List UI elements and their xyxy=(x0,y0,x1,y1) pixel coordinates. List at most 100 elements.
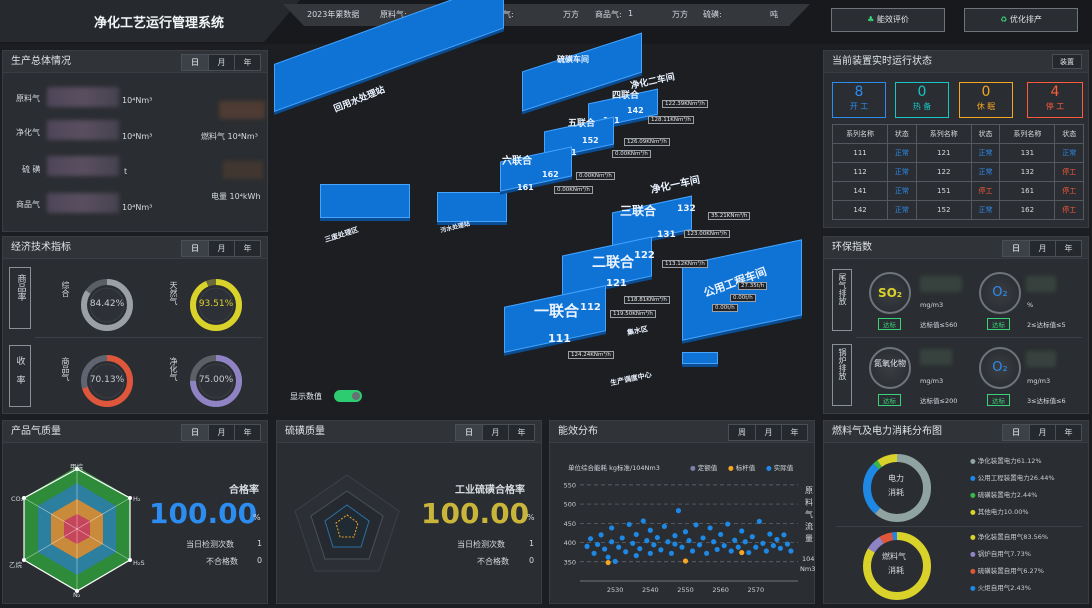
quality-fail-value: 0 xyxy=(257,556,263,565)
actual-point xyxy=(746,549,752,556)
tab-month[interactable]: 月 xyxy=(208,55,234,70)
toggle-knob xyxy=(352,392,360,400)
flow-tag-11: 124.24KNm³/h xyxy=(568,351,614,359)
flow-tag-0: 122.39KNm³/h xyxy=(662,100,708,108)
tab-year[interactable]: 年 xyxy=(1055,241,1081,256)
show-values-label: 显示数值 xyxy=(290,392,322,401)
env-divider xyxy=(856,337,1082,338)
tab-month[interactable]: 月 xyxy=(1029,241,1055,256)
area-waste-treatment[interactable] xyxy=(320,184,410,218)
area-utility[interactable] xyxy=(682,239,802,341)
actual-point xyxy=(767,531,773,537)
summary-sulfur-label: 硫磺: xyxy=(703,10,722,19)
unit-label-6: 六联合 xyxy=(502,156,532,167)
tab-day[interactable]: 日 xyxy=(182,241,208,256)
status-table: 系列名称 状态 系列名称 状态 系列名称 状态 111 正常 121 正常 131 正常 112 正常 12… xyxy=(831,124,1084,220)
energy-tabs: 周 月 年 xyxy=(728,424,808,441)
nox-limit: 达标值≤200 xyxy=(920,397,958,405)
series-name: 132 xyxy=(999,162,1056,182)
radar-axis-h2s: H₂S xyxy=(133,559,145,567)
unit-label-5: 五联合 xyxy=(568,119,596,129)
tab-year[interactable]: 年 xyxy=(781,425,807,440)
unit-num-142: 142 xyxy=(627,106,644,115)
show-values-toggle[interactable] xyxy=(334,390,362,402)
optimize-button[interactable]: ♻ 优化排产 xyxy=(964,8,1078,32)
tab-year[interactable]: 年 xyxy=(508,425,534,440)
actual-point xyxy=(679,544,685,550)
production-panel: 生产总体情况 日 月 年 原料气 10⁴Nm³ 净化气 10⁴Nm³ 硫 磺 t… xyxy=(2,50,268,232)
area-sewage[interactable] xyxy=(437,192,507,222)
actual-point xyxy=(760,540,766,546)
tab-month[interactable]: 月 xyxy=(482,425,508,440)
actual-point xyxy=(591,550,597,556)
unit-num-162: 162 xyxy=(542,170,559,179)
sulfur-pentagon xyxy=(294,474,400,572)
tab-day[interactable]: 日 xyxy=(1003,241,1029,256)
tab-day[interactable]: 日 xyxy=(456,425,482,440)
tab-day[interactable]: 日 xyxy=(1003,425,1029,440)
actual-point xyxy=(602,546,608,552)
counter-running-label: 开 工 xyxy=(849,102,869,111)
summary-year: 2023年累数据 xyxy=(307,10,360,19)
o2-limit-2: 3≤达标值≤6 xyxy=(1027,397,1066,405)
group-rate-label: 商品率 xyxy=(15,274,26,301)
legend-dot: ● xyxy=(970,550,978,558)
actual-point xyxy=(742,539,748,545)
radar-axis-n2: N₂ xyxy=(73,591,81,599)
actual-point xyxy=(788,548,794,554)
status-row: 112 正常 122 正常 132 停工 xyxy=(831,162,1084,182)
actual-point xyxy=(672,533,678,539)
flow-tag-12: 27.35t/h xyxy=(738,282,768,290)
status-header-cell: 状态 xyxy=(887,124,917,144)
prod-power-label: 电量 10⁴kWh xyxy=(211,192,261,201)
economy-panel: 经济技术指标 日 月 年 商品率 收率 综合 84.42% 天然气 93.51%… xyxy=(2,236,268,414)
page-title: 净化工艺运行管理系统 xyxy=(94,16,225,31)
tab-year[interactable]: 年 xyxy=(234,241,260,256)
legend-actual: ● 实际值 xyxy=(766,462,793,472)
actual-point xyxy=(654,534,660,541)
tab-day[interactable]: 日 xyxy=(182,425,208,440)
legend-dot: ● xyxy=(970,584,978,592)
tab-month[interactable]: 月 xyxy=(755,425,781,440)
so2-badge: 达标 xyxy=(878,318,901,330)
legend-quota: ● 定额值 xyxy=(690,462,717,472)
actual-point xyxy=(721,543,727,549)
sulfur-fail-value: 0 xyxy=(529,556,535,565)
flow-tag-5: 0.00KNm³/h xyxy=(554,186,593,194)
tab-week[interactable]: 周 xyxy=(729,425,755,440)
actual-point xyxy=(623,549,629,555)
series-status: 正常 xyxy=(887,181,917,201)
tab-month[interactable]: 月 xyxy=(1029,425,1055,440)
legend-item: ● 公用工程装置电力26.44% xyxy=(970,470,1055,487)
legend-actual-text: 实际值 xyxy=(773,464,794,472)
series-status: 正常 xyxy=(887,200,917,220)
tab-year[interactable]: 年 xyxy=(234,425,260,440)
device-button[interactable]: 装置 xyxy=(1052,54,1082,69)
x-tick-label: 2540 xyxy=(642,586,659,594)
tab-year[interactable]: 年 xyxy=(1055,425,1081,440)
area-dispatch-block[interactable] xyxy=(682,352,718,364)
x-tick-label: 2560 xyxy=(712,586,729,594)
energy-eval-label: 能效评价 xyxy=(876,15,909,24)
legend-dot: ● xyxy=(970,533,978,541)
sulfur-title: 硫磺质量 日 月 年 xyxy=(277,421,541,443)
summary-sulfur-unit: 吨 xyxy=(770,10,778,19)
legend-text: 净化装置电力61.12% xyxy=(977,457,1042,465)
series-status: 停工 xyxy=(1054,200,1084,220)
tab-year[interactable]: 年 xyxy=(234,55,260,70)
unit-num-121: 121 xyxy=(606,278,627,289)
economy-title: 经济技术指标 日 月 年 xyxy=(3,237,267,259)
series-name: 162 xyxy=(999,200,1056,220)
group-box-rate: 商品率 xyxy=(9,267,31,329)
series-status: 正常 xyxy=(970,200,1001,220)
tab-month[interactable]: 月 xyxy=(208,425,234,440)
actual-point xyxy=(637,546,643,552)
tab-month[interactable]: 月 xyxy=(208,241,234,256)
actual-point xyxy=(672,541,678,547)
gauge-value-1: 93.51% xyxy=(198,299,234,309)
energy-title: 能效分布 周 月 年 xyxy=(550,421,814,443)
energy-eval-button[interactable]: ♣ 能效评价 xyxy=(831,8,945,32)
y-tick-label: 400 xyxy=(564,539,576,547)
tab-day[interactable]: 日 xyxy=(182,55,208,70)
actual-point xyxy=(612,558,618,564)
